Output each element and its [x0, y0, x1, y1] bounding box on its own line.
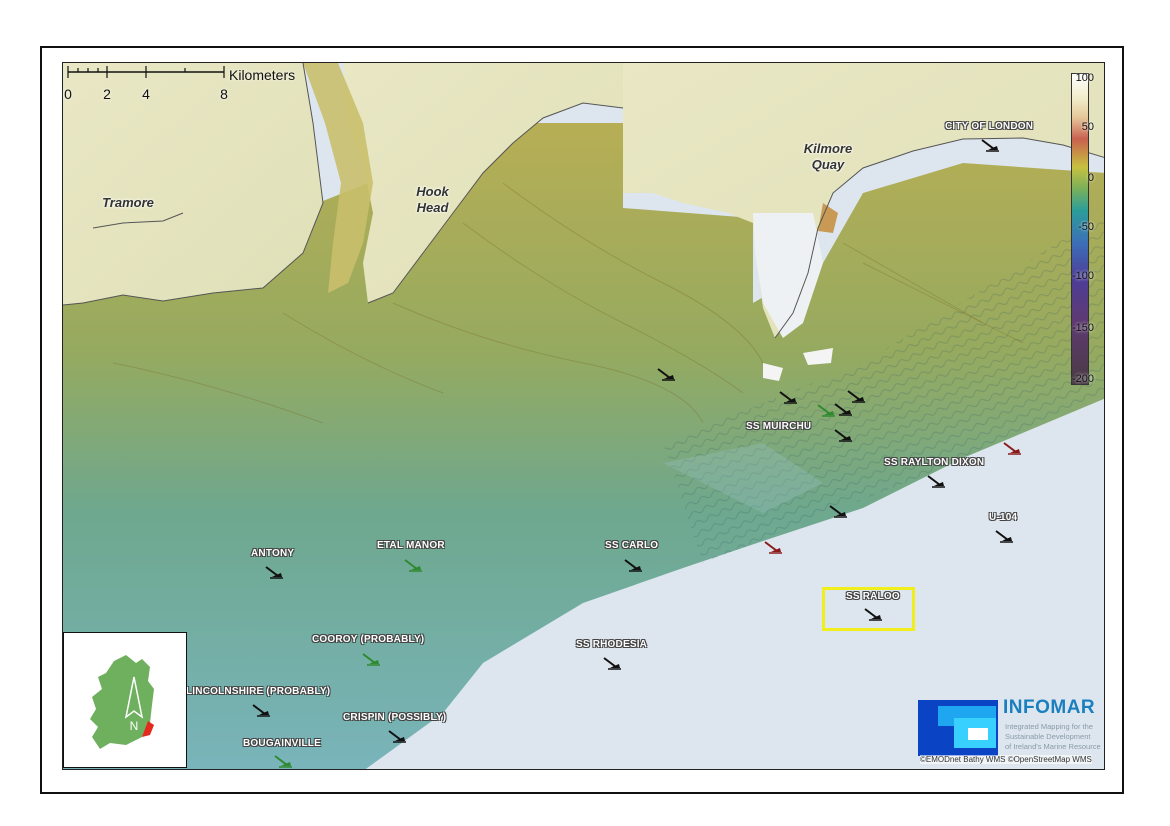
wreck-label: LINCOLNSHIRE (PROBABLY)	[186, 686, 331, 697]
wreck-label: ANTONY	[251, 548, 295, 559]
legend-tick: -150	[1071, 322, 1094, 334]
wreck-icon[interactable]	[763, 540, 783, 556]
north-label: N	[130, 719, 139, 733]
inset-locator-map: N	[63, 632, 187, 768]
wreck-icon[interactable]	[656, 367, 676, 383]
wreck-label: SS CARLO	[605, 540, 659, 551]
scale-tick: 8	[220, 86, 228, 102]
wreck-icon[interactable]	[778, 390, 798, 406]
wreck-icon[interactable]	[264, 565, 284, 581]
bathymetry-map[interactable]: Tramore Hook Head Kilmore Quay	[62, 62, 1105, 770]
place-label-tramore: Tramore	[102, 195, 154, 210]
place-label-hook-head: Hook Head	[416, 184, 449, 215]
logo-subtitle-line: Integrated Mapping for the	[1005, 722, 1093, 731]
wreck-label: COOROY (PROBABLY)	[312, 634, 425, 645]
logo-subtitle-line: of Ireland's Marine Resource	[1005, 742, 1101, 751]
wreck-label: SS RHODESIA	[576, 639, 648, 650]
wreck-label: BOUGAINVILLE	[243, 738, 321, 749]
legend-tick: 0	[1087, 172, 1094, 184]
map-credits: ©EMODnet Bathy WMS ©OpenStreetMap WMS	[920, 755, 1092, 764]
logo-name: INFOMAR	[1003, 697, 1096, 718]
map-basemap	[63, 63, 1104, 769]
wreck-icon[interactable]	[251, 703, 271, 719]
legend-tick: -200	[1071, 373, 1094, 385]
wreck-icon[interactable]	[623, 558, 643, 574]
wreck-label: CITY OF LONDON	[945, 121, 1034, 132]
wreck-icon[interactable]	[980, 138, 1000, 154]
wreck-icon[interactable]	[403, 558, 423, 574]
wreck-label: ETAL MANOR	[377, 540, 445, 551]
place-label-kilmore-quay: Kilmore Quay	[803, 141, 853, 172]
wreck-label: SS RAYLTON DIXON	[884, 457, 985, 468]
wreck-icon[interactable]	[387, 729, 407, 745]
scale-tick: 2	[103, 86, 111, 102]
logo-subtitle: Integrated Mapping for the Sustainable D…	[1005, 722, 1101, 752]
wreck-icon[interactable]	[994, 529, 1014, 545]
legend-tick: 50	[1081, 121, 1094, 133]
wreck-icon[interactable]	[846, 389, 866, 405]
wreck-icon[interactable]	[273, 754, 293, 770]
highlighted-wreck-box	[822, 587, 915, 631]
wreck-label: CRISPIN (POSSIBLY)	[343, 712, 447, 723]
wreck-icon[interactable]	[361, 652, 381, 668]
logo-subtitle-line: Sustainable Development	[1005, 732, 1091, 741]
scale-tick: 0	[64, 86, 72, 102]
scale-tick: 4	[142, 86, 150, 102]
legend-tick: 100	[1075, 72, 1094, 84]
wreck-label: U-104	[989, 512, 1018, 523]
wreck-icon[interactable]	[833, 428, 853, 444]
wreck-icon[interactable]	[926, 474, 946, 490]
wreck-icon[interactable]	[602, 656, 622, 672]
wreck-label: SS MUIRCHU	[746, 421, 812, 432]
wreck-icon[interactable]	[828, 504, 848, 520]
legend-tick: -100	[1071, 270, 1094, 282]
wreck-icon[interactable]	[1002, 441, 1022, 457]
legend-tick: -50	[1078, 221, 1094, 233]
